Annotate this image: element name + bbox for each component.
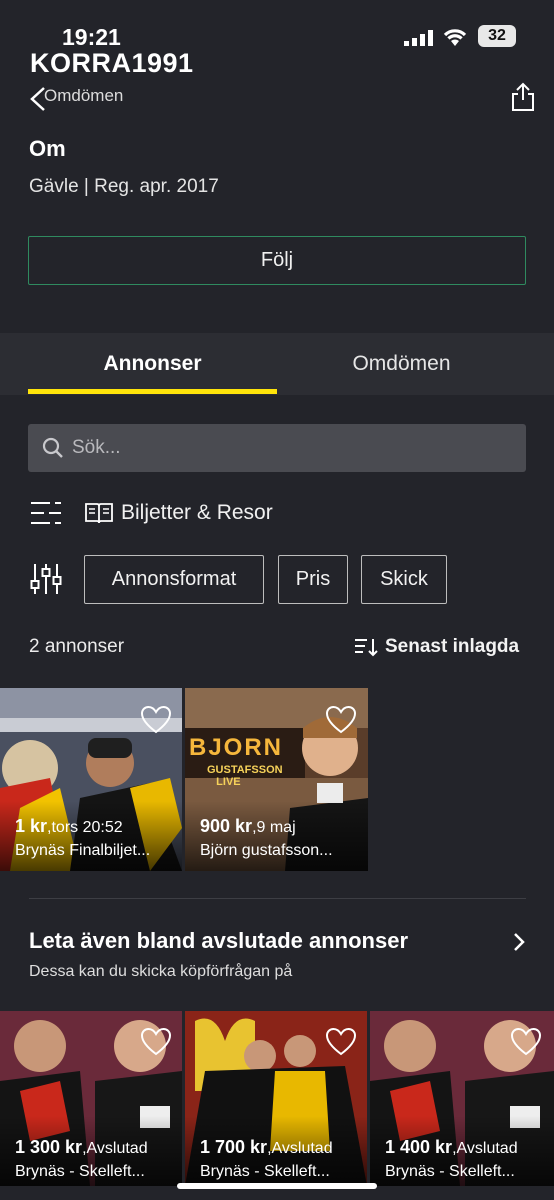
favorite-heart-icon[interactable] <box>325 1027 357 1057</box>
listing-price-line: 900 kr,9 maj <box>200 816 296 837</box>
category-menu-icon[interactable] <box>30 500 62 526</box>
listing-status: ,Avslutad <box>452 1140 518 1157</box>
search-box[interactable] <box>28 424 526 472</box>
tab-ads[interactable]: Annonser <box>28 333 277 395</box>
listing-card[interactable]: BJORN GUSTAFSSON LIVE 900 kr,9 maj Björn… <box>185 688 368 871</box>
listing-title: Brynäs Finalbiljet... <box>15 842 151 859</box>
section-divider <box>29 898 526 899</box>
about-title: Om <box>29 136 66 161</box>
status-time: 19:21 <box>62 24 121 50</box>
sort-icon[interactable] <box>354 637 378 657</box>
closed-listing-card[interactable]: 1 700 kr,Avslutad Brynäs - Skelleft... <box>185 1011 367 1186</box>
tab-reviews[interactable]: Omdömen <box>277 333 526 395</box>
listing-title: Brynäs - Skelleft... <box>385 1163 515 1180</box>
share-icon[interactable] <box>510 82 536 112</box>
filter-sliders-icon[interactable] <box>30 563 62 595</box>
listing-price: 900 kr <box>200 816 253 836</box>
profile-username: KORRA1991 <box>30 48 194 78</box>
listing-price: 1 300 kr <box>15 1137 83 1157</box>
closed-listings-subtitle: Dessa kan du skicka köpförfrågan på <box>29 963 293 980</box>
listing-price: 1 700 kr <box>200 1137 268 1157</box>
active-tab-indicator <box>28 389 277 394</box>
sort-button[interactable]: Senast inlagda <box>385 636 519 658</box>
search-icon <box>42 437 63 458</box>
cellular-signal-icon <box>404 30 433 46</box>
listing-card[interactable]: 1 kr,tors 20:52 Brynäs Finalbiljet... <box>0 688 182 871</box>
home-indicator[interactable] <box>177 1183 377 1189</box>
listing-status: ,Avslutad <box>267 1140 333 1157</box>
book-icon <box>85 503 113 524</box>
wifi-icon <box>443 29 467 46</box>
follow-button[interactable]: Följ <box>28 236 526 285</box>
chevron-right-icon[interactable] <box>512 932 526 952</box>
listing-time: ,tors 20:52 <box>47 819 123 836</box>
favorite-heart-icon[interactable] <box>140 705 172 735</box>
closed-listing-card[interactable]: 1 400 kr,Avslutad Brynäs - Skelleft... <box>370 1011 554 1186</box>
listing-price: 1 kr <box>15 816 48 836</box>
search-input[interactable] <box>72 437 492 459</box>
listing-price-line: 1 300 kr,Avslutad <box>15 1137 148 1158</box>
listing-status: ,Avslutad <box>82 1140 148 1157</box>
listing-title: Brynäs - Skelleft... <box>200 1163 330 1180</box>
filter-chip-condition[interactable]: Skick <box>361 555 447 604</box>
listing-image-text-bjorn: BJORN <box>189 734 284 761</box>
listing-time: ,9 maj <box>252 819 296 836</box>
battery-indicator: 32 <box>478 25 516 47</box>
reviews-link[interactable]: Omdömen <box>44 86 123 106</box>
favorite-heart-icon[interactable] <box>140 1027 172 1057</box>
results-count: 2 annonser <box>29 636 125 657</box>
about-location-registered: Gävle | Reg. apr. 2017 <box>29 176 219 197</box>
listing-price-line: 1 kr,tors 20:52 <box>15 816 123 837</box>
category-label[interactable]: Biljetter & Resor <box>121 501 273 525</box>
listing-image-text-subtitle: GUSTAFSSON LIVE <box>207 764 283 788</box>
listing-title: Björn gustafsson... <box>200 842 333 859</box>
filter-chip-price[interactable]: Pris <box>278 555 348 604</box>
favorite-heart-icon[interactable] <box>510 1027 542 1057</box>
closed-listing-card[interactable]: 1 300 kr,Avslutad Brynäs - Skelleft... <box>0 1011 182 1186</box>
listing-price-line: 1 400 kr,Avslutad <box>385 1137 518 1158</box>
favorite-heart-icon[interactable] <box>325 705 357 735</box>
listing-title: Brynäs - Skelleft... <box>15 1163 145 1180</box>
closed-listings-title[interactable]: Leta även bland avslutade annonser <box>29 928 408 954</box>
filter-chip-format[interactable]: Annonsformat <box>84 555 264 604</box>
listing-price-line: 1 700 kr,Avslutad <box>200 1137 333 1158</box>
listing-price: 1 400 kr <box>385 1137 453 1157</box>
